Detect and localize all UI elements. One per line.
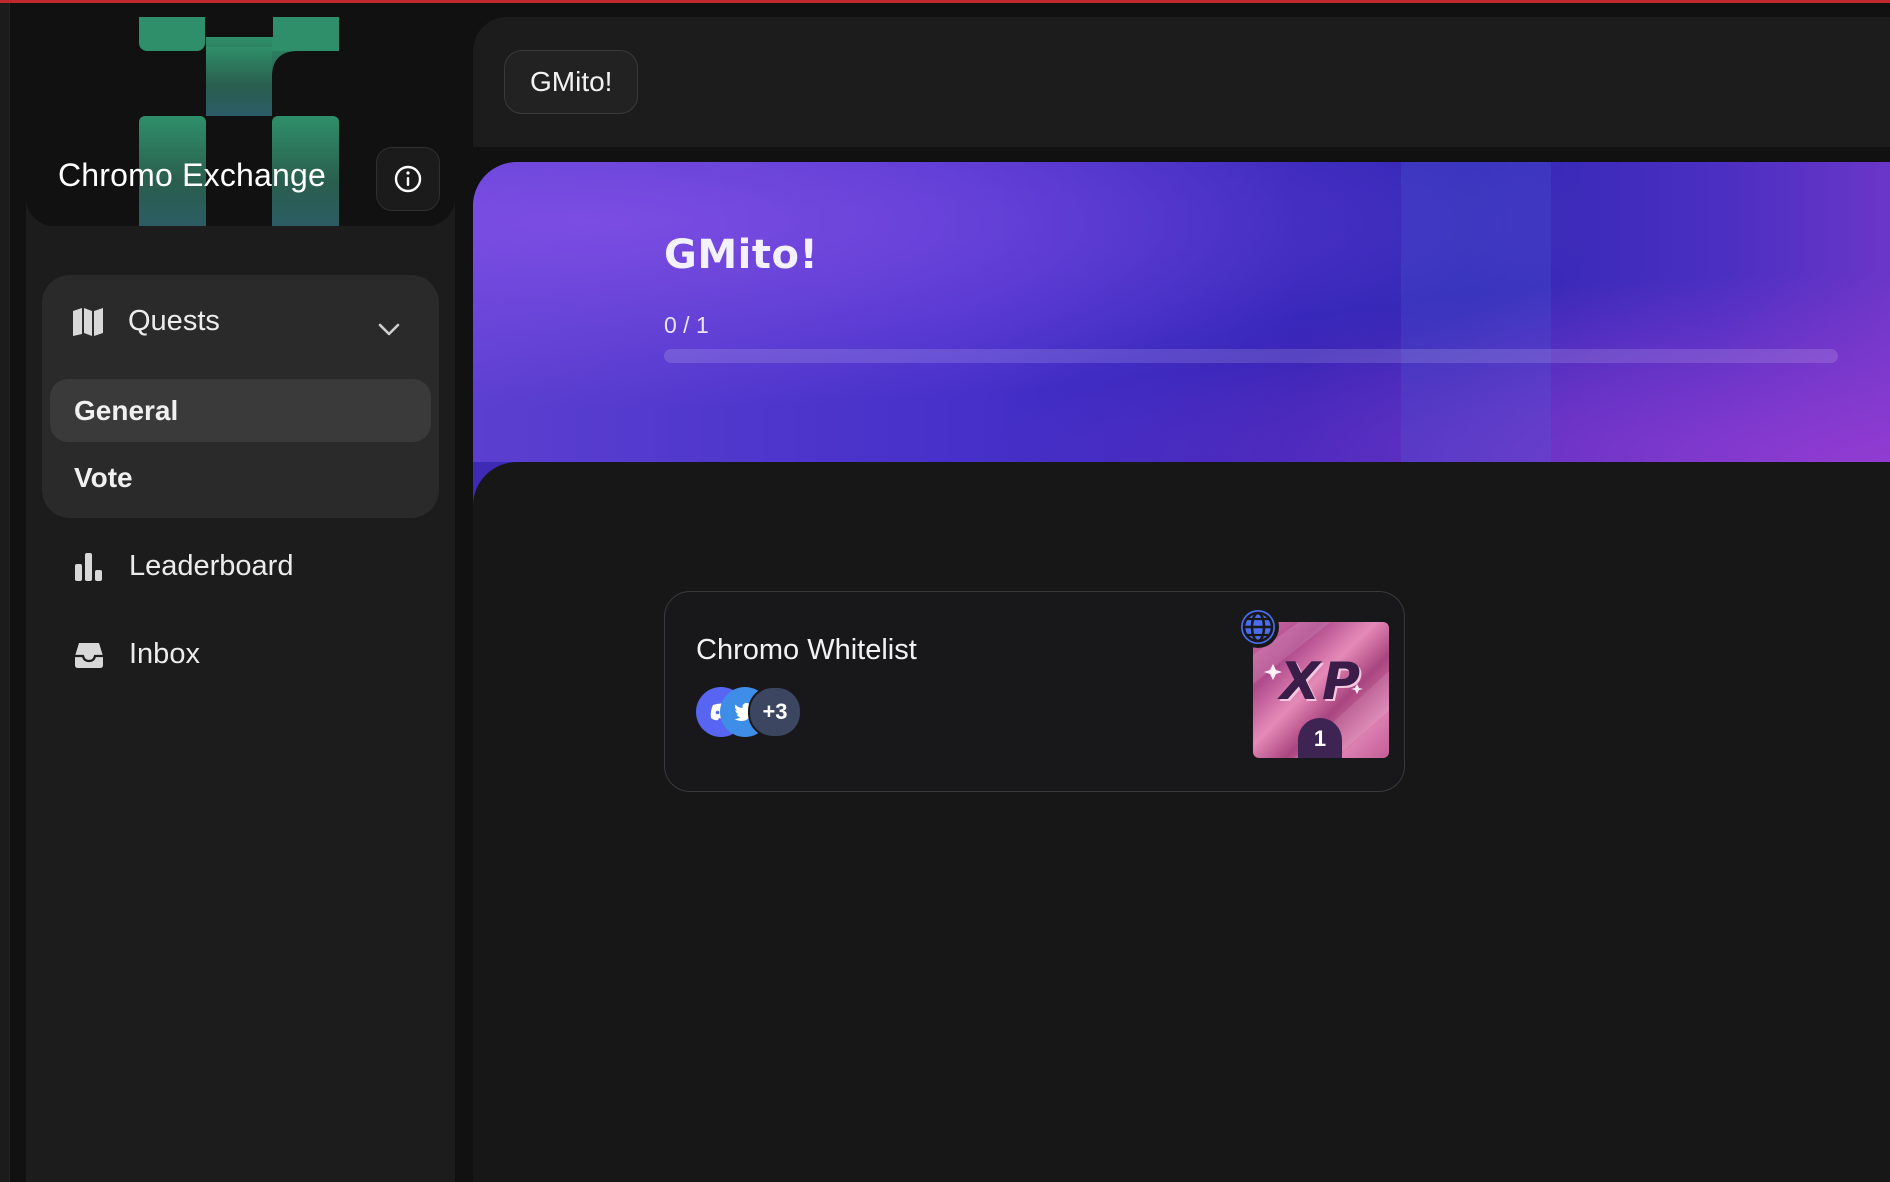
quests-group: Quests General Vote: [42, 275, 439, 518]
quest-platforms: +3: [696, 686, 816, 738]
quest-page: GMito! 0 / 1 Chromo Whitelist +3 XP 1: [473, 162, 1890, 1182]
sidebar-item-vote[interactable]: Vote: [50, 446, 431, 509]
chevron-down-icon[interactable]: [378, 323, 400, 337]
info-icon: [394, 165, 422, 193]
info-button[interactable]: [376, 147, 440, 211]
sidebar: Chromo Exchange Quests General Vote Lead…: [26, 17, 455, 1182]
banner-decoration: [1401, 162, 1551, 462]
window-top-accent: [0, 0, 1890, 3]
reward-count-badge: 1: [1298, 718, 1342, 758]
globe-icon: [1237, 606, 1279, 648]
quest-list: Chromo Whitelist +3 XP 1: [473, 462, 1890, 1182]
quest-card[interactable]: Chromo Whitelist +3 XP 1: [664, 591, 1405, 792]
inbox-icon: [73, 639, 105, 671]
left-rail: [0, 3, 10, 1182]
brand-header: Chromo Exchange: [26, 17, 455, 226]
reward-label: XP: [1279, 652, 1363, 712]
sidebar-item-inbox[interactable]: Inbox: [73, 638, 200, 671]
quests-label: Quests: [128, 305, 220, 337]
main-header: GMito!: [473, 17, 1890, 147]
quest-card-title: Chromo Whitelist: [696, 634, 917, 666]
banner-title: GMito!: [664, 232, 819, 278]
sidebar-item-general[interactable]: General: [50, 379, 431, 442]
progress-bar: [664, 349, 1838, 363]
quests-toggle[interactable]: Quests: [72, 305, 220, 338]
inbox-label: Inbox: [129, 638, 200, 670]
brand-name: Chromo Exchange: [58, 157, 327, 193]
sidebar-item-leaderboard[interactable]: Leaderboard: [73, 550, 293, 583]
leaderboard-label: Leaderboard: [129, 550, 294, 582]
leaderboard-icon: [73, 551, 105, 583]
progress-text: 0 / 1: [664, 312, 709, 338]
breadcrumb-current[interactable]: GMito!: [504, 50, 639, 114]
map-icon: [72, 306, 104, 338]
more-platforms-count: +3: [748, 686, 802, 738]
quest-banner: GMito! 0 / 1: [473, 162, 1890, 462]
